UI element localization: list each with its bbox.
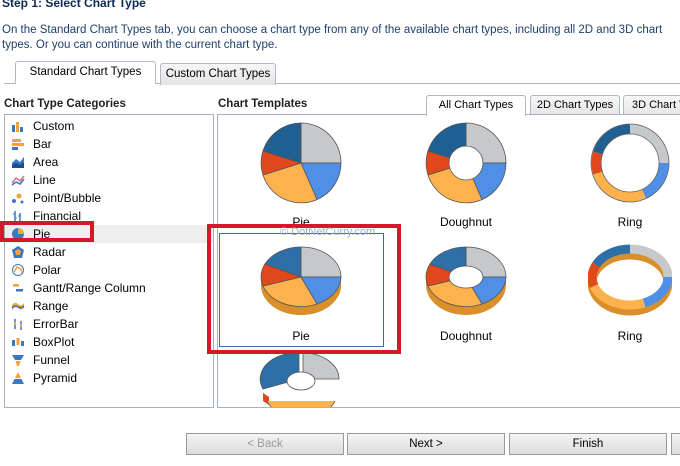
categories-heading: Chart Type Categories bbox=[4, 98, 126, 110]
ring-3d-thumbnail-icon bbox=[588, 244, 672, 316]
category-label: BoxPlot bbox=[33, 335, 75, 349]
category-label: Funnel bbox=[33, 353, 70, 367]
doughnut-3d-thumbnail-icon bbox=[425, 246, 507, 315]
category-item-gantt[interactable]: Gantt/Range Column bbox=[5, 279, 213, 297]
category-item-funnel[interactable]: Funnel bbox=[5, 351, 213, 369]
funnel-chart-icon bbox=[12, 355, 24, 366]
category-label: Line bbox=[33, 173, 56, 187]
category-label: Pyramid bbox=[33, 371, 78, 385]
category-label: Range bbox=[33, 299, 69, 313]
category-item-line[interactable]: Line bbox=[5, 171, 213, 189]
tab-2d-chart-types[interactable]: 2D Chart Types bbox=[530, 95, 620, 115]
area-chart-icon bbox=[12, 157, 24, 168]
tab-all-chart-types[interactable]: All Chart Types bbox=[426, 95, 526, 116]
intro-text: On the Standard Chart Types tab, you can… bbox=[2, 24, 663, 51]
radar-chart-icon bbox=[12, 246, 24, 258]
boxplot-chart-icon bbox=[12, 338, 24, 346]
tab-standard-chart-types[interactable]: Standard Chart Types bbox=[15, 61, 156, 84]
tab-custom-chart-types[interactable]: Custom Chart Types bbox=[160, 63, 276, 85]
pie-thumbnail-icon bbox=[260, 122, 342, 204]
template-caption: Doughnut bbox=[439, 215, 493, 229]
category-item-boxplot[interactable]: BoxPlot bbox=[5, 333, 213, 351]
template-doughnut-3d[interactable]: Doughnut bbox=[406, 233, 526, 345]
watermark: © DotNetCurry.com bbox=[280, 226, 376, 238]
finish-button[interactable]: Finish bbox=[509, 433, 667, 455]
bar-chart-icon bbox=[12, 139, 24, 150]
template-caption: Ring bbox=[617, 329, 643, 343]
highlight-box-pie-category bbox=[0, 221, 94, 242]
errorbar-chart-icon bbox=[14, 319, 22, 330]
back-button[interactable]: < Back bbox=[186, 433, 344, 455]
category-item-custom[interactable]: Custom bbox=[5, 117, 213, 135]
point-bubble-icon bbox=[12, 193, 24, 204]
gantt-chart-icon bbox=[13, 284, 23, 292]
highlight-box-pie-template bbox=[207, 224, 401, 354]
polar-chart-icon bbox=[12, 264, 24, 276]
doughnut-thumbnail-icon bbox=[425, 122, 507, 204]
category-label: Custom bbox=[33, 119, 75, 133]
next-button[interactable]: Next > bbox=[347, 433, 505, 455]
ring-thumbnail-icon bbox=[590, 123, 670, 203]
category-item-pyramid[interactable]: Pyramid bbox=[5, 369, 213, 387]
template-ring-3d[interactable]: Ring bbox=[570, 233, 680, 345]
category-item-bar[interactable]: Bar bbox=[5, 135, 213, 153]
line-chart-icon bbox=[11, 175, 25, 186]
cancel-button[interactable] bbox=[671, 433, 680, 455]
range-chart-icon bbox=[11, 302, 25, 310]
category-label: Bar bbox=[33, 137, 52, 151]
category-label: Gantt/Range Column bbox=[33, 281, 146, 295]
custom-chart-icon bbox=[12, 122, 23, 132]
step-title: Step 1: Select Chart Type bbox=[2, 0, 146, 10]
doughnut-exploded-thumbnail-icon bbox=[259, 352, 340, 407]
pyramid-chart-icon bbox=[12, 372, 24, 384]
template-caption: Doughnut bbox=[439, 329, 493, 343]
category-item-radar[interactable]: Radar bbox=[5, 243, 213, 261]
chart-category-list[interactable]: Custom Bar Area Line Point/Bubble Financ… bbox=[4, 114, 214, 408]
category-item-point-bubble[interactable]: Point/Bubble bbox=[5, 189, 213, 207]
category-label: ErrorBar bbox=[33, 317, 79, 331]
template-caption: Ring bbox=[617, 215, 643, 229]
category-label: Area bbox=[33, 155, 59, 169]
category-label: Polar bbox=[33, 263, 62, 277]
template-ring-2d[interactable]: Ring bbox=[570, 119, 680, 231]
template-pie-2d[interactable]: Pie bbox=[241, 119, 361, 231]
category-item-area[interactable]: Area bbox=[5, 153, 213, 171]
category-item-range[interactable]: Range bbox=[5, 297, 213, 315]
category-label: Point/Bubble bbox=[33, 191, 102, 205]
category-item-polar[interactable]: Polar bbox=[5, 261, 213, 279]
category-item-errorbar[interactable]: ErrorBar bbox=[5, 315, 213, 333]
tab-3d-chart-types[interactable]: 3D Chart T bbox=[623, 95, 680, 115]
template-doughnut-2d[interactable]: Doughnut bbox=[406, 119, 526, 231]
category-label: Radar bbox=[33, 245, 66, 259]
templates-heading: Chart Templates bbox=[218, 98, 308, 110]
